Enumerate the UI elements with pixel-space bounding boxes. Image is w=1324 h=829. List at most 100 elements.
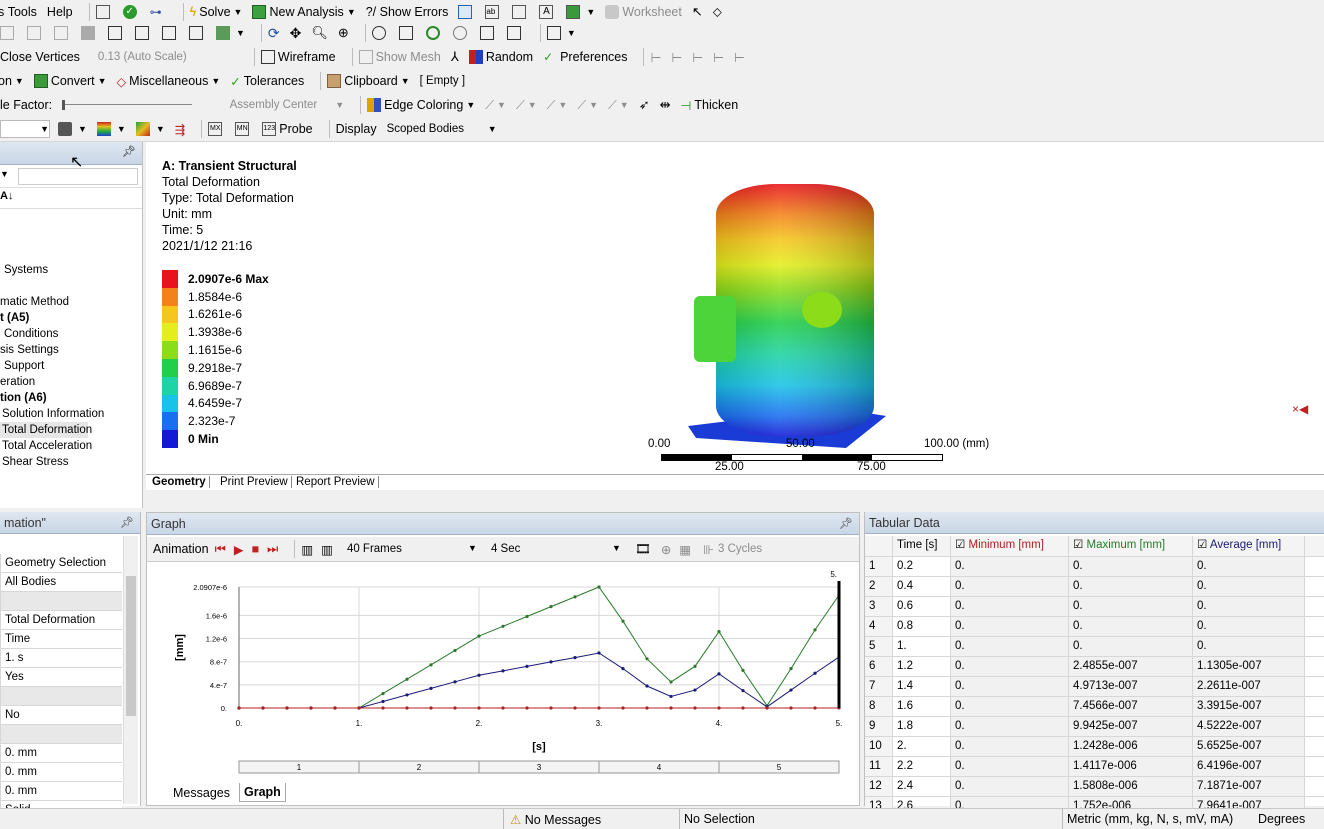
zoom-window-icon[interactable] <box>398 26 416 40</box>
details-row[interactable] <box>0 687 122 706</box>
scoped-bodies-dropdown[interactable]: Scoped Bodies ▼ <box>387 123 497 135</box>
new-analysis-button[interactable]: New Analysis ▼ <box>252 5 356 19</box>
zoom-icon[interactable]: 🔍︎ <box>311 25 328 41</box>
tab-print-preview[interactable]: Print Preview <box>220 476 292 488</box>
zoom-fit-icon[interactable] <box>371 26 389 40</box>
viewport-layout-icon[interactable]: ▼ <box>546 26 576 40</box>
check-icon[interactable]: ✓ <box>122 5 140 19</box>
details-row[interactable]: Geometry Selection <box>0 554 122 573</box>
distributed-frames-icon[interactable]: ▥ <box>301 542 313 557</box>
table-row[interactable]: 4 0.8 0. 0. 0. <box>865 617 1324 637</box>
selection-filter-icon[interactable] <box>27 26 44 40</box>
column-header[interactable]: ☑ Minimum [mm] <box>951 536 1069 556</box>
menu-partial[interactable]: on▼ <box>0 74 24 88</box>
grid-icon[interactable]: ▦ <box>679 542 691 557</box>
table-row[interactable]: 10 2. 0. 1.2428e-006 5.6525e-007 <box>865 737 1324 757</box>
sort-az-icon[interactable]: A↓ <box>0 190 13 202</box>
details-row[interactable] <box>0 592 122 611</box>
details-row[interactable]: All Bodies <box>0 573 122 592</box>
next-view-icon[interactable] <box>506 26 524 40</box>
details-row[interactable]: 0. mm <box>0 744 122 763</box>
show-errors-button[interactable]: ?/ Show Errors <box>366 5 449 19</box>
details-row[interactable]: 0. mm <box>0 763 122 782</box>
cycles-icon[interactable]: ⊪ <box>703 542 714 557</box>
edge-display-icon[interactable]: ⟋ ▼ <box>547 98 568 113</box>
menu-help[interactable]: Help <box>47 5 73 19</box>
pan-icon[interactable]: ✥ <box>290 25 302 42</box>
tree-item[interactable]: Systems <box>0 262 142 278</box>
thicken-button[interactable]: ⊣ Thicken <box>681 98 739 113</box>
min-label-icon[interactable]: MN <box>235 122 252 136</box>
zoom-icon[interactable]: ⊕ <box>661 542 671 557</box>
column-header[interactable]: ☑ Maximum [mm] <box>1069 536 1193 556</box>
body-select-icon[interactable] <box>162 26 179 40</box>
table-row[interactable]: 6 1.2 0. 2.4855e-007 1.1305e-007 <box>865 657 1324 677</box>
selection-filter-icon[interactable] <box>0 26 17 40</box>
export-video-icon[interactable]: 🎞︎ <box>635 542 651 557</box>
direction-icon[interactable]: ➶ <box>639 97 650 113</box>
details-scrollbar[interactable] <box>123 536 138 804</box>
tab-report-preview[interactable]: Report Preview <box>296 476 379 488</box>
edge-display-icon[interactable]: ⟋ ▼ <box>485 98 506 113</box>
axes-icon[interactable]: ⅄ <box>451 49 459 65</box>
edge-display-icon[interactable]: ⟋ ▼ <box>516 98 537 113</box>
table-row[interactable]: 7 1.4 0. 4.9713e-007 2.2611e-007 <box>865 677 1324 697</box>
forward-icon[interactable]: ⏭ <box>267 542 278 557</box>
explode-slider[interactable] <box>62 100 193 110</box>
messages-status[interactable]: ⚠ No Messages <box>510 812 601 827</box>
checkbox-icon[interactable]: ☑ <box>955 539 969 551</box>
tree-item[interactable]: Conditions <box>0 326 142 342</box>
chevron-down-icon[interactable]: ▼ <box>0 169 9 179</box>
rewind-icon[interactable]: ⏮ <box>215 542 226 557</box>
tree-item[interactable]: Support <box>0 358 142 374</box>
command-icon[interactable] <box>95 5 113 19</box>
preferences-button[interactable]: ✓ Preferences <box>543 50 627 64</box>
tree-item[interactable]: Total Acceleration <box>0 438 142 454</box>
table-icon[interactable] <box>458 5 475 19</box>
angle-unit-status[interactable]: Degrees <box>1258 812 1305 826</box>
frames-dropdown[interactable]: 40 Frames ▼ <box>347 543 477 555</box>
contour-icon[interactable]: ▼ <box>96 122 126 136</box>
checkbox-icon[interactable]: ☑ <box>1073 539 1087 551</box>
magnifier-icon[interactable] <box>452 26 470 40</box>
extend-icon[interactable]: ▼ <box>216 26 245 40</box>
result-frames-icon[interactable]: ▥ <box>321 542 333 557</box>
probe-button[interactable]: 123 Probe <box>262 122 313 136</box>
menu-tools[interactable]: s Tools <box>0 5 37 19</box>
selection-filter-icon[interactable] <box>81 26 98 40</box>
select-cursor-icon[interactable]: ↖ <box>692 4 703 20</box>
edge-coloring-button[interactable]: Edge Coloring ▼ <box>367 98 475 112</box>
show-mesh-button[interactable]: Show Mesh <box>358 50 441 64</box>
edge-display-icon[interactable]: ⟋ ▼ <box>608 98 629 113</box>
abc-icon[interactable]: ab <box>485 5 502 19</box>
thicken-scale-icon[interactable]: ⇹ <box>660 97 671 113</box>
rotate-icon[interactable]: ⟳ <box>268 25 280 42</box>
duration-dropdown[interactable]: 4 Sec ▼ <box>491 543 621 555</box>
tree-item[interactable]: eration <box>0 374 142 390</box>
tree-connect-icon[interactable]: ⊶ <box>150 5 167 19</box>
table-row[interactable]: 3 0.6 0. 0. 0. <box>865 597 1324 617</box>
tree-item[interactable]: tion (A6) <box>0 390 142 406</box>
result-scale-dropdown[interactable]: ▼ <box>0 120 50 138</box>
tag-icon[interactable]: ⬦ <box>713 4 722 20</box>
deformation-chart[interactable]: 0. 1. 2. 3. 4. 5. 0. 4.e-7 8.e-7 1.2e-6 1.6e-6 2.09… <box>147 563 859 777</box>
scroll-thumb[interactable] <box>126 576 136 716</box>
tab-graph[interactable]: Graph <box>239 783 286 802</box>
vector-icon[interactable]: ⇶ <box>175 122 185 137</box>
worksheet-button[interactable]: Worksheet <box>605 5 682 19</box>
tree-item[interactable]: matic Method <box>0 294 142 310</box>
graphics-viewport[interactable]: A: Transient Structural Total Deformatio… <box>146 142 1324 490</box>
convert-button[interactable]: Convert ▼ <box>33 74 107 88</box>
body-select-icon[interactable] <box>189 26 206 40</box>
details-row[interactable]: No <box>0 706 122 725</box>
body-select-icon[interactable] <box>135 26 152 40</box>
compressor-model[interactable] <box>676 176 936 456</box>
image-icon[interactable]: ▼ <box>566 5 595 19</box>
details-row[interactable]: Yes <box>0 668 122 687</box>
max-label-icon[interactable]: MX <box>208 122 225 136</box>
miscellaneous-button[interactable]: ◇ Miscellaneous ▼ <box>117 74 221 89</box>
tree-item[interactable]: t (A5) <box>0 310 142 326</box>
assembly-center-dropdown[interactable]: Assembly Center ▼ <box>204 99 344 111</box>
scale-dropdown[interactable]: 0.13 (Auto Scale) <box>98 51 238 63</box>
table-row[interactable]: 9 1.8 0. 9.9425e-007 4.5222e-007 <box>865 717 1324 737</box>
